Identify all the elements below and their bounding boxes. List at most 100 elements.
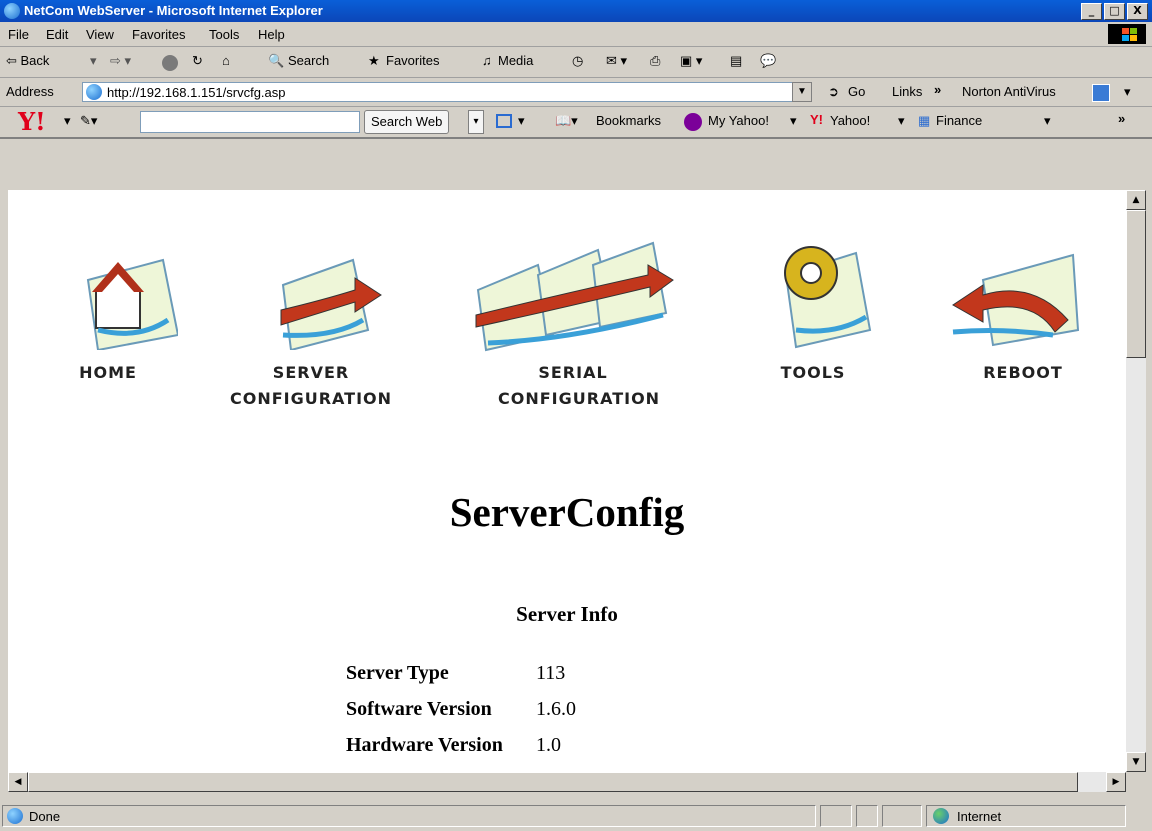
standard-toolbar: ⇦ Back ▾ ⇨ ▾ ↻ ⌂ 🔍 Search ★ Favorites ♫ …	[0, 47, 1152, 78]
my-yahoo-button[interactable]: My Yahoo!	[708, 113, 769, 128]
minimize-button[interactable]: _	[1081, 3, 1102, 20]
menu-tools[interactable]: Tools	[209, 27, 239, 42]
status-cell	[882, 805, 922, 827]
messenger-icon[interactable]: 💬	[760, 53, 776, 69]
finance-button[interactable]: Finance	[936, 113, 982, 128]
status-cell	[856, 805, 878, 827]
scroll-right-button[interactable]: ▶	[1106, 772, 1126, 792]
finance-icon: ▦	[918, 113, 931, 128]
norton-antivirus-link[interactable]: Norton AntiVirus	[962, 84, 1056, 99]
search-dropdown-button[interactable]: ▾	[468, 110, 484, 134]
menu-edit[interactable]: Edit	[46, 27, 68, 42]
scroll-down-button[interactable]: ▼	[1126, 752, 1146, 772]
go-button[interactable]: Go	[848, 84, 865, 99]
serial-configuration-nav-icon[interactable]	[468, 235, 678, 355]
refresh-icon[interactable]: ↻	[192, 53, 203, 69]
home-nav-icon[interactable]	[68, 240, 178, 350]
print-icon[interactable]: ⎙	[650, 53, 660, 69]
bookmarks-icon: 📖▾	[555, 113, 578, 128]
serial-configuration-nav-label[interactable]: SERIAL CONFIGURATION	[498, 360, 659, 412]
favorites-star-icon: ★	[368, 53, 380, 68]
window-title: NetCom WebServer - Microsoft Internet Ex…	[24, 3, 323, 18]
home-icon[interactable]: ⌂	[222, 53, 230, 68]
my-yahoo-dropdown-icon[interactable]: ▾	[790, 113, 797, 129]
search-button[interactable]: Search	[288, 53, 329, 68]
zone-text: Internet	[957, 809, 1002, 824]
toolbar-overflow-chevron-icon[interactable]: »	[1118, 111, 1125, 126]
info-value: 113	[536, 662, 566, 684]
server-configuration-nav-icon[interactable]	[263, 240, 383, 350]
menu-favorites[interactable]: Favorites	[132, 27, 185, 42]
address-input[interactable]: http://192.168.1.151/srvcfg.asp	[82, 82, 812, 102]
vertical-scroll-thumb[interactable]	[1126, 210, 1146, 358]
security-zone-cell: Internet	[926, 805, 1126, 827]
status-main-cell: Done	[2, 805, 816, 827]
yahoo-logo-dropdown-icon[interactable]: ▾	[64, 113, 71, 129]
vertical-scrollbar[interactable]: ▲ ▼	[1126, 190, 1146, 772]
info-value: 1.0	[536, 734, 561, 756]
address-label: Address	[6, 84, 54, 99]
search-icon: 🔍	[268, 53, 285, 68]
reboot-nav-icon[interactable]	[943, 240, 1083, 350]
ie-logo-icon	[4, 3, 20, 19]
page-title: ServerConfig	[449, 489, 685, 535]
address-dropdown-button[interactable]: ▼	[792, 82, 812, 102]
menu-help[interactable]: Help	[258, 27, 285, 42]
history-icon[interactable]: ◷	[572, 53, 583, 69]
tools-nav-icon[interactable]	[766, 235, 876, 350]
reboot-nav-label[interactable]: REBOOT	[968, 360, 1078, 386]
media-button[interactable]: Media	[498, 53, 533, 68]
title-bar: NetCom WebServer - Microsoft Internet Ex…	[0, 0, 1152, 22]
yahoo-logo[interactable]: Y!	[18, 107, 46, 136]
norton-dropdown-icon[interactable]: ▾	[1124, 84, 1131, 100]
maximize-button[interactable]: □	[1104, 3, 1125, 20]
links-button[interactable]: Links	[892, 84, 922, 99]
yahoo-dropdown-icon[interactable]: ▾	[898, 113, 905, 129]
edit-icon[interactable]: ▣ ▾	[680, 53, 702, 69]
server-configuration-line2: CONFIGURATION	[229, 389, 393, 408]
yahoo-search-input[interactable]	[140, 111, 360, 133]
mail-icon[interactable]: ✉ ▾	[606, 53, 627, 69]
section-title: Server Info	[516, 602, 618, 626]
menu-file[interactable]: File	[8, 27, 29, 42]
yahoo-small-logo-icon: Y!	[810, 112, 823, 127]
forward-icon[interactable]: ⇨ ▾	[110, 53, 131, 69]
menu-bar: File Edit View Favorites Tools Help	[0, 22, 1152, 47]
horizontal-scroll-thumb[interactable]	[28, 772, 1078, 792]
info-value: 1.6.0	[536, 698, 576, 720]
discuss-icon[interactable]: ▤	[730, 53, 742, 69]
scroll-left-button[interactable]: ◀	[8, 772, 28, 792]
media-icon: ♫	[482, 53, 492, 68]
tools-nav-label[interactable]: TOOLS	[768, 360, 858, 386]
links-chevron-icon[interactable]: »	[934, 82, 941, 97]
back-dropdown-icon[interactable]: ▾	[90, 53, 97, 69]
scroll-up-button[interactable]: ▲	[1126, 190, 1146, 210]
norton-icon[interactable]	[1092, 84, 1110, 102]
serial-configuration-line1: SERIAL	[538, 363, 608, 382]
server-configuration-line1: SERVER	[272, 363, 350, 382]
status-text: Done	[29, 809, 61, 824]
close-button[interactable]: X	[1127, 3, 1148, 20]
status-bar: Done Internet	[0, 801, 1152, 831]
popup-blocker-icon[interactable]	[496, 114, 512, 128]
back-button[interactable]: ⇦ Back	[6, 53, 49, 69]
bookmarks-button[interactable]: Bookmarks	[596, 113, 661, 128]
stop-icon[interactable]	[162, 55, 178, 71]
favorites-button[interactable]: Favorites	[386, 53, 439, 68]
window-controls: _ □ X	[1081, 3, 1148, 20]
finance-dropdown-icon[interactable]: ▾	[1044, 113, 1051, 129]
pencil-icon[interactable]: ✎▾	[80, 113, 97, 129]
status-cell	[820, 805, 852, 827]
address-bar: Address http://192.168.1.151/srvcfg.asp …	[0, 78, 1152, 107]
globe-icon	[933, 808, 949, 824]
my-yahoo-icon	[684, 113, 702, 131]
server-configuration-nav-label[interactable]: SERVER CONFIGURATION	[226, 360, 396, 412]
popup-dropdown-icon[interactable]: ▾	[518, 113, 525, 129]
menu-view[interactable]: View	[86, 27, 114, 42]
search-web-button[interactable]: Search Web	[364, 110, 450, 134]
home-nav-label[interactable]: HOME	[68, 360, 148, 386]
yahoo-button[interactable]: Yahoo!	[830, 113, 870, 128]
info-label: Software Version	[346, 698, 492, 720]
horizontal-scrollbar[interactable]: ◀ ▶	[8, 772, 1126, 792]
windows-flag-icon	[1108, 24, 1146, 44]
